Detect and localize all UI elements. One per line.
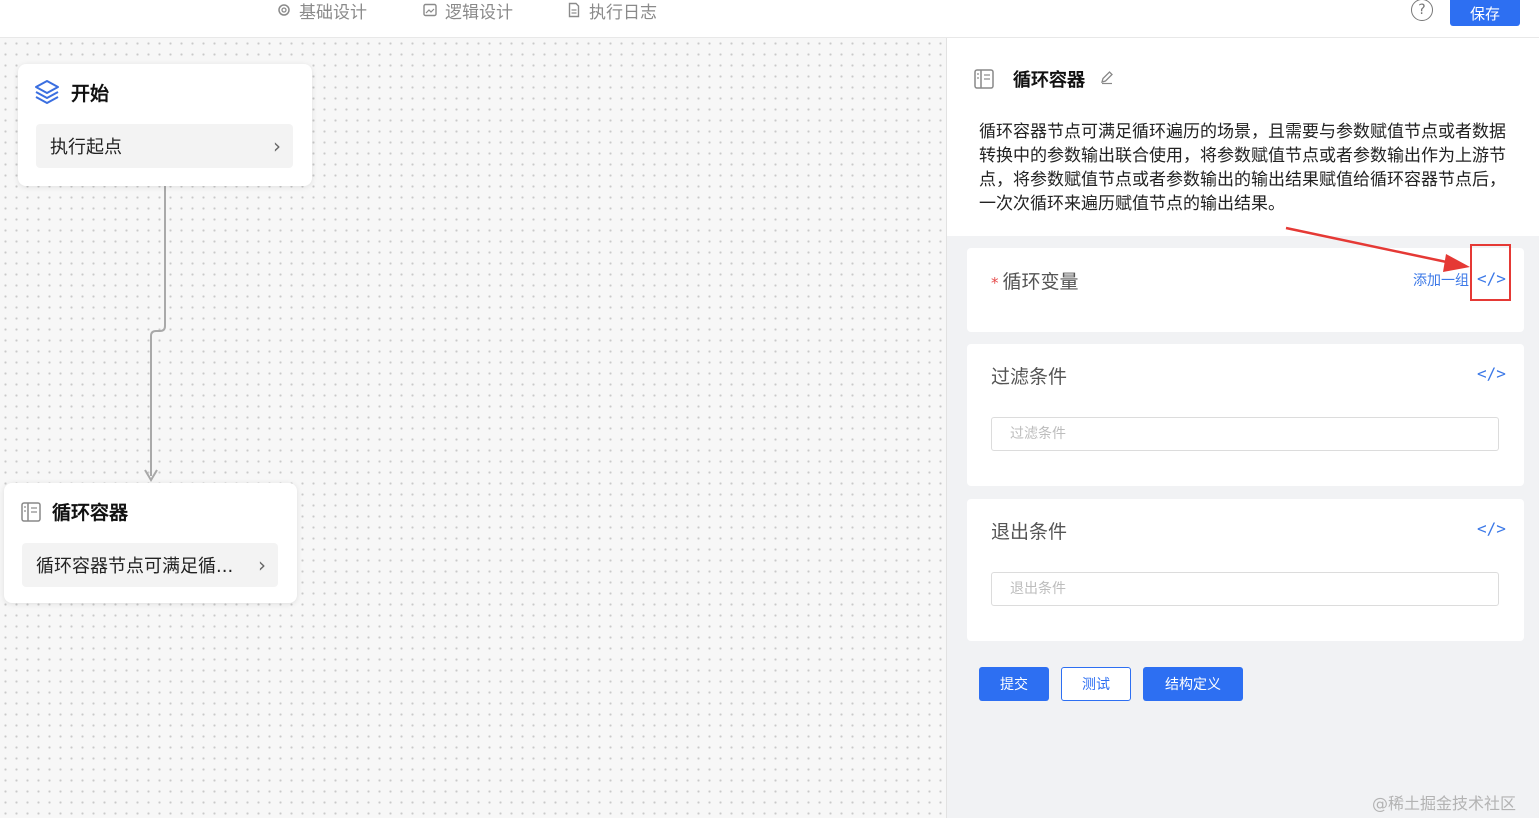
flow-canvas[interactable]: 开始 执行起点 › 循环容器 循环容器节点可满足循... ›	[0, 38, 946, 818]
start-node-desc-text: 执行起点	[50, 137, 122, 158]
filter-condition-input[interactable]	[991, 417, 1499, 451]
required-mark: *	[991, 274, 999, 292]
exit-condition-card: 退出条件 </>	[967, 499, 1524, 641]
start-node-desc[interactable]: 执行起点 ›	[36, 124, 293, 168]
start-node-title: 开始	[33, 78, 109, 106]
schema-definition-button[interactable]: 结构定义	[1143, 667, 1243, 701]
start-node[interactable]: 开始 执行起点 ›	[18, 64, 312, 186]
document-icon	[568, 2, 580, 18]
container-icon	[21, 501, 41, 522]
tab-execution-log[interactable]: 执行日志	[566, 0, 657, 23]
properties-panel: 循环容器 循环容器节点可满足循环遍历的场景，且需要与参数赋值节点或者数据转换中的…	[946, 38, 1539, 818]
chevron-right-icon: ›	[273, 134, 281, 158]
tab-label: 逻辑设计	[445, 2, 513, 23]
loop-container-node[interactable]: 循环容器 循环容器节点可满足循... ›	[4, 483, 297, 603]
panel-title: 循环容器	[973, 66, 1115, 92]
exit-condition-input[interactable]	[991, 572, 1499, 606]
annotation-arrow	[1285, 226, 1470, 272]
tab-logic-design[interactable]: 逻辑设计	[422, 0, 513, 23]
loop-variable-label: * 循环变量	[991, 267, 1079, 294]
loop-node-label: 循环容器	[52, 502, 129, 524]
help-icon[interactable]: ?	[1411, 0, 1433, 21]
loop-node-desc-text: 循环容器节点可满足循...	[36, 556, 234, 577]
tab-basic-design[interactable]: 基础设计	[276, 0, 367, 23]
test-button[interactable]: 测试	[1061, 667, 1131, 701]
save-button[interactable]: 保存	[1450, 0, 1520, 26]
filter-condition-card: 过滤条件 </>	[967, 344, 1524, 486]
loop-node-desc[interactable]: 循环容器节点可满足循... ›	[22, 543, 278, 587]
filter-condition-label: 过滤条件	[991, 366, 1068, 388]
chevron-right-icon: ›	[258, 553, 266, 577]
image-icon	[423, 3, 437, 17]
loop-node-title: 循环容器	[20, 498, 128, 525]
layers-icon	[35, 80, 59, 104]
gear-icon	[278, 4, 290, 16]
container-icon	[974, 69, 994, 89]
top-bar: 基础设计 逻辑设计 执行日志 ? 保存	[0, 0, 1539, 38]
code-icon[interactable]: </>	[1477, 364, 1506, 383]
panel-description: 循环容器节点可满足循环遍历的场景，且需要与参数赋值节点或者数据转换中的参数输出联…	[979, 122, 1506, 214]
exit-condition-label: 退出条件	[991, 521, 1068, 543]
submit-button[interactable]: 提交	[979, 667, 1049, 701]
edit-icon[interactable]	[1099, 69, 1115, 90]
panel-title-text: 循环容器	[1013, 70, 1085, 91]
panel-header: 循环容器 循环容器节点可满足循环遍历的场景，且需要与参数赋值节点或者数据转换中的…	[947, 38, 1539, 236]
annotation-highlight-box	[1470, 244, 1511, 301]
code-icon[interactable]: </>	[1477, 519, 1506, 538]
loop-variable-label-text: 循环变量	[1002, 271, 1079, 293]
tab-label: 基础设计	[299, 2, 367, 23]
tab-label: 执行日志	[589, 2, 657, 23]
watermark: @稀土掘金技术社区	[1372, 794, 1517, 813]
start-node-label: 开始	[71, 82, 110, 105]
